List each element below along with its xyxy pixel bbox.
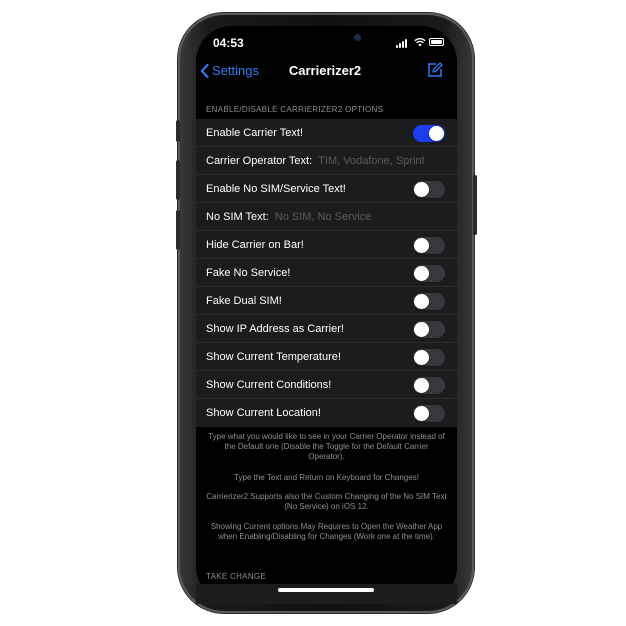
- toggle-show-current-location[interactable]: [413, 405, 445, 422]
- row-label: Show IP Address as Carrier!: [206, 322, 344, 335]
- power-button: [473, 175, 477, 235]
- mute-switch: [176, 120, 180, 142]
- toggle-knob: [414, 238, 429, 253]
- section-header-take-change: TAKE CHANGE: [206, 572, 267, 581]
- compose-icon[interactable]: [427, 62, 443, 78]
- row-enable-carrier-text: Enable Carrier Text!: [196, 119, 457, 147]
- options-list: Enable Carrier Text! Carrier Operator Te…: [196, 119, 457, 427]
- row-label: Fake No Service!: [206, 266, 291, 279]
- toggle-knob: [414, 182, 429, 197]
- footer-note-2: Type the Text and Return on Keyboard for…: [234, 473, 419, 482]
- wifi-icon: [414, 37, 426, 47]
- row-show-current-location: Show Current Location!: [196, 399, 457, 427]
- row-label-wrap: No SIM Text: No SIM, No Service: [206, 211, 371, 223]
- chevron-left-icon: [200, 63, 209, 78]
- row-show-ip-address: Show IP Address as Carrier!: [196, 315, 457, 343]
- toggle-fake-dual-sim[interactable]: [413, 293, 445, 310]
- footer-note-4: Showing Current options May Requires to …: [210, 522, 443, 541]
- row-carrier-operator-text[interactable]: Carrier Operator Text: TIM, Vodafone, Spr…: [196, 147, 457, 175]
- status-time: 04:53: [213, 36, 244, 50]
- volume-up-button: [176, 160, 180, 200]
- toggle-knob: [414, 322, 429, 337]
- battery-icon: [429, 38, 444, 46]
- toggle-knob: [414, 294, 429, 309]
- toggle-fake-no-service[interactable]: [413, 265, 445, 282]
- row-label: Show Current Temperature!: [206, 350, 341, 363]
- footer-note-1: Type what you would like to see in your …: [208, 432, 445, 461]
- row-show-current-temperature: Show Current Temperature!: [196, 343, 457, 371]
- toggle-knob: [414, 378, 429, 393]
- carrier-operator-input[interactable]: TIM, Vodafone, Sprint: [318, 155, 424, 167]
- status-icons: [396, 36, 444, 48]
- toggle-enable-carrier-text[interactable]: [413, 125, 445, 142]
- row-label: Carrier Operator Text:: [206, 154, 313, 167]
- row-label: No SIM Text:: [206, 210, 269, 223]
- toggle-knob: [429, 126, 444, 141]
- toggle-show-ip-address[interactable]: [413, 321, 445, 338]
- toggle-show-current-temperature[interactable]: [413, 349, 445, 366]
- toggle-knob: [414, 350, 429, 365]
- home-indicator[interactable]: [278, 588, 374, 592]
- row-label: Enable Carrier Text!: [206, 126, 304, 139]
- partial-row: [196, 584, 457, 604]
- section-header: ENABLE/DISABLE CARRIERIZER2 OPTIONS: [206, 105, 384, 114]
- row-show-current-conditions: Show Current Conditions!: [196, 371, 457, 399]
- signal-icon: [396, 38, 410, 48]
- footer-note-3: Carrierizer2 Supports also the Custom Ch…: [206, 492, 447, 511]
- page-title: Carrierizer2: [288, 63, 362, 78]
- row-label: Fake Dual SIM!: [206, 294, 282, 307]
- row-enable-no-sim-text: Enable No SIM/Service Text!: [196, 175, 457, 203]
- toggle-knob: [414, 266, 429, 281]
- toggle-hide-carrier[interactable]: [413, 237, 445, 254]
- no-sim-text-input[interactable]: No SIM, No Service: [275, 211, 372, 223]
- toggle-enable-no-sim-text[interactable]: [413, 181, 445, 198]
- toggle-knob: [414, 406, 429, 421]
- row-fake-no-service: Fake No Service!: [196, 259, 457, 287]
- row-fake-dual-sim: Fake Dual SIM!: [196, 287, 457, 315]
- front-camera: [354, 34, 361, 41]
- row-no-sim-text[interactable]: No SIM Text: No SIM, No Service: [196, 203, 457, 231]
- row-hide-carrier: Hide Carrier on Bar!: [196, 231, 457, 259]
- row-label: Hide Carrier on Bar!: [206, 238, 304, 251]
- toggle-show-current-conditions[interactable]: [413, 377, 445, 394]
- back-label: Settings: [212, 63, 259, 78]
- row-label: Show Current Location!: [206, 407, 321, 419]
- row-label: Enable No SIM/Service Text!: [206, 182, 346, 195]
- row-label-wrap: Carrier Operator Text: TIM, Vodafone, Spr…: [206, 155, 425, 167]
- back-button[interactable]: Settings: [200, 63, 259, 78]
- row-label: Show Current Conditions!: [206, 378, 332, 391]
- notch: [250, 26, 405, 52]
- volume-down-button: [176, 210, 180, 250]
